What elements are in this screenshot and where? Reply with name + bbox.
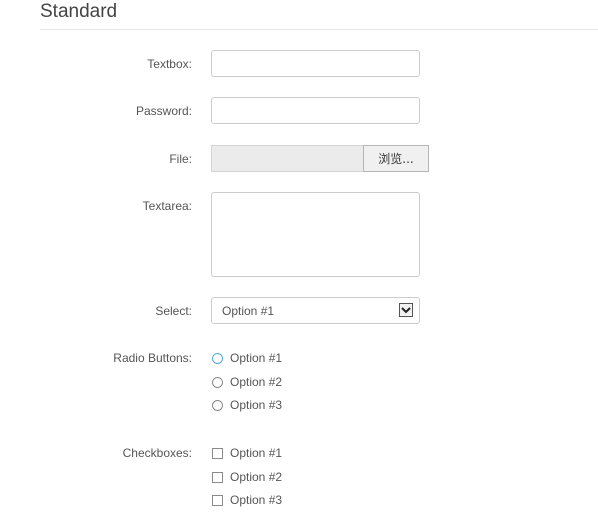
section-title: Standard bbox=[40, 1, 118, 22]
checkbox-option-label: Option #1 bbox=[230, 446, 283, 460]
file-path-field[interactable] bbox=[211, 145, 363, 172]
select-label: Select: bbox=[155, 304, 192, 318]
textbox-label: Textbox: bbox=[147, 57, 192, 71]
file-label: File: bbox=[169, 152, 192, 166]
radio-option-label: Option #3 bbox=[230, 398, 283, 412]
radio-option-3[interactable]: Option #3 bbox=[212, 397, 282, 413]
textbox-input[interactable] bbox=[211, 50, 420, 77]
radio-option-2[interactable]: Option #2 bbox=[212, 374, 282, 390]
radio-option-label: Option #2 bbox=[230, 375, 283, 389]
radio-group-label: Radio Buttons: bbox=[113, 351, 192, 365]
checkbox-group-label: Checkboxes: bbox=[122, 446, 192, 460]
checkbox-option-label: Option #3 bbox=[230, 493, 283, 507]
radio-option-label: Option #1 bbox=[230, 351, 283, 365]
password-label: Password: bbox=[135, 104, 192, 118]
radio-option-1[interactable]: Option #1 bbox=[212, 350, 282, 366]
checkbox-option-label: Option #2 bbox=[230, 470, 283, 484]
textarea-label: Textarea: bbox=[142, 199, 192, 213]
textarea-input[interactable] bbox=[211, 192, 420, 277]
checkbox-icon[interactable] bbox=[212, 447, 223, 459]
radio-icon[interactable] bbox=[212, 376, 223, 388]
checkbox-icon[interactable] bbox=[212, 494, 223, 506]
select-value: Option #1 bbox=[222, 303, 275, 318]
checkbox-option-2[interactable]: Option #2 bbox=[212, 469, 282, 485]
password-input[interactable] bbox=[211, 97, 420, 124]
browse-button[interactable]: 浏览... bbox=[363, 145, 429, 172]
select-dropdown[interactable]: Option #1 bbox=[211, 297, 420, 324]
file-input[interactable]: 浏览... bbox=[211, 145, 429, 172]
section-divider bbox=[40, 29, 598, 30]
checkbox-icon[interactable] bbox=[212, 471, 223, 483]
radio-icon[interactable] bbox=[212, 352, 223, 364]
checkbox-option-1[interactable]: Option #1 bbox=[212, 445, 282, 461]
checkbox-option-3[interactable]: Option #3 bbox=[212, 492, 282, 508]
radio-icon[interactable] bbox=[212, 399, 223, 411]
chevron-down-icon[interactable] bbox=[399, 303, 413, 317]
